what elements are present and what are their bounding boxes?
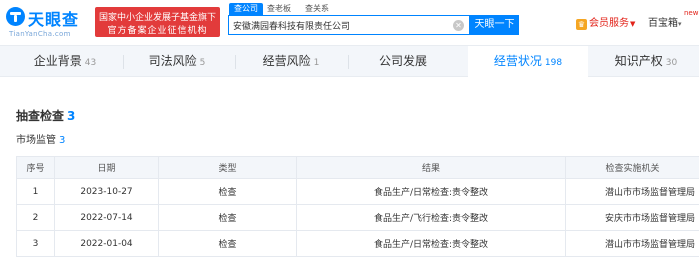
tab-business-risk[interactable]: 经营风险 1 [236, 46, 346, 77]
cell-index: 3 [16, 230, 55, 257]
table-row: 1 2023-10-27 检查 食品生产/日常检查:责令整改 潜山市市场监督管理… [16, 178, 699, 205]
table-header-row: 序号 日期 类型 结果 检查实施机关 [16, 156, 699, 179]
cell-result: 食品生产/飞行检查:责令整改 [296, 204, 566, 231]
section-count: 3 [67, 109, 76, 123]
cell-index: 2 [16, 204, 55, 231]
tab-label: 司法风险 [148, 54, 197, 68]
column-header-date: 日期 [54, 156, 159, 179]
tab-count: 198 [544, 58, 563, 68]
tab-company-development[interactable]: 公司发展 [348, 46, 458, 77]
tab-intellectual-property[interactable]: 知识产权 30 [593, 46, 699, 77]
clear-icon[interactable]: ✕ [453, 20, 464, 31]
inspection-table: 序号 日期 类型 结果 检查实施机关 1 2023-10-27 检查 食品生产/… [16, 156, 699, 257]
table-row: 3 2022-01-04 检查 食品生产/日常检查:责令整改 潜山市市场监督管理… [16, 230, 699, 257]
chevron-down-icon: ▼ [630, 20, 636, 28]
gov-badge[interactable]: 国家中小企业发展子基金旗下 官方备案企业征信机构 [95, 7, 220, 37]
tab-count: 5 [199, 58, 206, 68]
cell-authority: 安庆市市场监督管理局 [565, 204, 699, 231]
tab-label: 企业背景 [33, 54, 82, 68]
cell-type: 检查 [158, 230, 297, 257]
cell-type: 检查 [158, 204, 297, 231]
user-menu[interactable]: 百宝箱▾ [648, 17, 682, 31]
cell-date: 2023-10-27 [54, 178, 159, 205]
top-header: 天眼查 TianYanCha.com 国家中小企业发展子基金旗下 官方备案企业征… [0, 0, 699, 44]
subsection-count: 3 [59, 135, 66, 146]
cell-result: 食品生产/日常检查:责令整改 [296, 178, 566, 205]
column-header-index: 序号 [16, 156, 55, 179]
site-logo[interactable]: 天眼查 TianYanCha.com [6, 6, 92, 38]
subsection-title-label: 市场监管 [16, 135, 56, 146]
column-header-type: 类型 [158, 156, 297, 179]
table-row: 2 2022-07-14 检查 食品生产/飞行检查:责令整改 安庆市市场监督管理… [16, 204, 699, 231]
user-menu-label: 百宝箱 [648, 18, 678, 29]
gov-badge-line2: 官方备案企业征信机构 [107, 26, 208, 36]
vip-service-label: 会员服务 [589, 18, 629, 29]
logo-mark-icon [6, 7, 25, 26]
tab-count: 43 [84, 58, 97, 68]
tab-enterprise-background[interactable]: 企业背景 43 [10, 46, 120, 77]
tab-count: 1 [313, 58, 320, 68]
column-header-authority: 检查实施机关 [565, 156, 699, 179]
cell-index: 1 [16, 178, 55, 205]
column-header-result: 结果 [296, 156, 566, 179]
search-tab-relation[interactable]: 查关系 [305, 3, 329, 15]
cell-type: 检查 [158, 178, 297, 205]
search-button[interactable]: 天眼一下 [470, 15, 519, 35]
tab-legal-risk[interactable]: 司法风险 5 [122, 46, 232, 77]
subsection-title: 市场监管 3 [16, 131, 65, 146]
cell-date: 2022-01-04 [54, 230, 159, 257]
cell-date: 2022-07-14 [54, 204, 159, 231]
search-tab-boss[interactable]: 查老板 [267, 3, 291, 15]
tab-label: 经营状况 [493, 54, 542, 68]
tab-label: 经营风险 [262, 54, 311, 68]
logo-subtitle: TianYanCha.com [9, 30, 71, 38]
new-badge: new [684, 9, 699, 17]
tab-label: 知识产权 [614, 54, 663, 68]
search-box: ✕ [228, 15, 470, 35]
vip-service-menu[interactable]: ♛ 会员服务▼ [576, 17, 635, 31]
logo-name: 天眼查 [28, 10, 80, 29]
main-tab-bar: 企业背景 43 司法风险 5 经营风险 1 公司发展 经营状况 198 知识产权 30 [0, 45, 699, 77]
tab-count: 30 [665, 58, 678, 68]
cell-authority: 潜山市市场监督管理局 [565, 178, 699, 205]
crown-icon: ♛ [576, 19, 587, 30]
section-title: 抽查检查 3 [16, 107, 75, 124]
gov-badge-line1: 国家中小企业发展子基金旗下 [98, 13, 216, 23]
section-title-label: 抽查检查 [16, 109, 65, 123]
chevron-down-icon: ▾ [678, 20, 682, 28]
tab-label: 公司发展 [378, 54, 427, 68]
search-tab-company[interactable]: 查公司 [229, 3, 263, 15]
search-input[interactable] [233, 19, 443, 32]
cell-result: 食品生产/日常检查:责令整改 [296, 230, 566, 257]
tab-business-status[interactable]: 经营状况 198 [468, 46, 588, 77]
cell-authority: 潜山市市场监督管理局 [565, 230, 699, 257]
